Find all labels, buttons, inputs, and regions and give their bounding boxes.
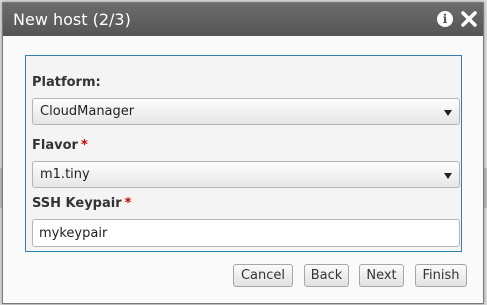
flavor-label-text: Flavor	[32, 138, 78, 153]
required-marker: *	[124, 196, 132, 211]
new-host-dialog: New host (2/3) i Platform: CloudManager …	[2, 2, 484, 304]
dialog-titlebar[interactable]: New host (2/3) i	[3, 3, 483, 36]
next-button[interactable]: Next	[359, 264, 404, 287]
required-marker: *	[80, 138, 88, 153]
dialog-title: New host (2/3)	[13, 10, 131, 29]
back-button[interactable]: Back	[304, 264, 349, 287]
platform-select[interactable]: CloudManager	[32, 98, 460, 125]
finish-button[interactable]: Finish	[415, 264, 467, 287]
platform-label-text: Platform:	[32, 75, 101, 90]
ssh-keypair-input[interactable]	[32, 219, 460, 247]
info-icon[interactable]: i	[437, 11, 453, 27]
chevron-down-icon	[444, 173, 452, 179]
host-form-panel: Platform: CloudManager Flavor * m1.tiny S…	[25, 55, 462, 252]
flavor-select-value: m1.tiny	[40, 167, 90, 182]
ssh-keypair-label: SSH Keypair *	[32, 196, 131, 211]
platform-label: Platform:	[32, 75, 101, 90]
platform-select-value: CloudManager	[40, 104, 135, 119]
chevron-down-icon	[444, 110, 452, 116]
close-icon[interactable]	[460, 9, 478, 29]
ssh-keypair-label-text: SSH Keypair	[32, 196, 122, 211]
flavor-label: Flavor *	[32, 138, 88, 153]
flavor-select[interactable]: m1.tiny	[32, 161, 460, 188]
cancel-button[interactable]: Cancel	[233, 264, 293, 287]
